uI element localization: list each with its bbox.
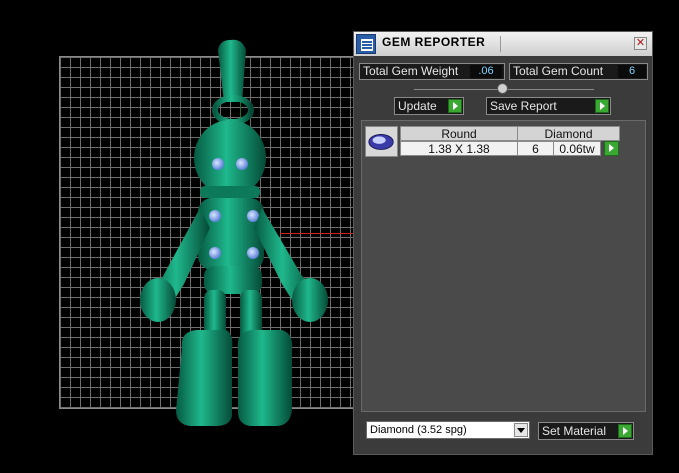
total-gem-weight-field: Total Gem Weight .06: [359, 63, 505, 80]
total-gem-weight-label: Total Gem Weight: [363, 64, 459, 78]
panel-title: GEM REPORTER: [382, 35, 486, 49]
gem-size-cell: 1.38 X 1.38: [400, 141, 518, 156]
update-button-label: Update: [398, 99, 437, 113]
material-select-value: Diamond (3.52 spg): [370, 424, 467, 436]
set-material-button[interactable]: Set Material: [538, 422, 634, 440]
set-material-button-label: Set Material: [542, 424, 607, 438]
total-gem-weight-value: .06: [470, 65, 502, 78]
gem-details-table: Round Diamond 1.38 X 1.38 6 0.06tw: [400, 126, 622, 158]
gem-count-cell: 6: [517, 141, 554, 156]
titlebar-divider: [500, 36, 501, 52]
splitter-handle[interactable]: [497, 83, 508, 94]
total-gem-count-label: Total Gem Count: [513, 64, 604, 78]
total-gem-count-value: 6: [618, 65, 646, 78]
gem-reporter-icon: [356, 34, 376, 54]
gem-row-play-icon[interactable]: [604, 141, 619, 156]
gem-material-cell: Diamond: [517, 126, 620, 141]
robot-pendant-model[interactable]: [120, 38, 350, 430]
round-gem-icon: [365, 126, 398, 157]
chevron-down-icon[interactable]: [514, 423, 528, 437]
save-report-button-label: Save Report: [490, 99, 557, 113]
play-arrow-icon: [618, 424, 632, 438]
gem-weight-cell: 0.06tw: [553, 141, 601, 156]
update-button[interactable]: Update: [394, 97, 464, 115]
total-gem-count-field: Total Gem Count 6: [509, 63, 648, 80]
gem-reporter-panel: GEM REPORTER ✕ Total Gem Weight .06 Tota…: [353, 31, 653, 455]
panel-titlebar[interactable]: GEM REPORTER ✕: [354, 32, 652, 56]
material-select[interactable]: Diamond (3.52 spg): [366, 421, 530, 439]
play-arrow-icon: [448, 99, 462, 113]
gem-list[interactable]: Round Diamond 1.38 X 1.38 6 0.06tw: [361, 120, 646, 412]
gem-shape-cell: Round: [400, 126, 518, 141]
close-icon[interactable]: ✕: [634, 37, 647, 50]
save-report-button[interactable]: Save Report: [486, 97, 611, 115]
play-arrow-icon: [595, 99, 609, 113]
